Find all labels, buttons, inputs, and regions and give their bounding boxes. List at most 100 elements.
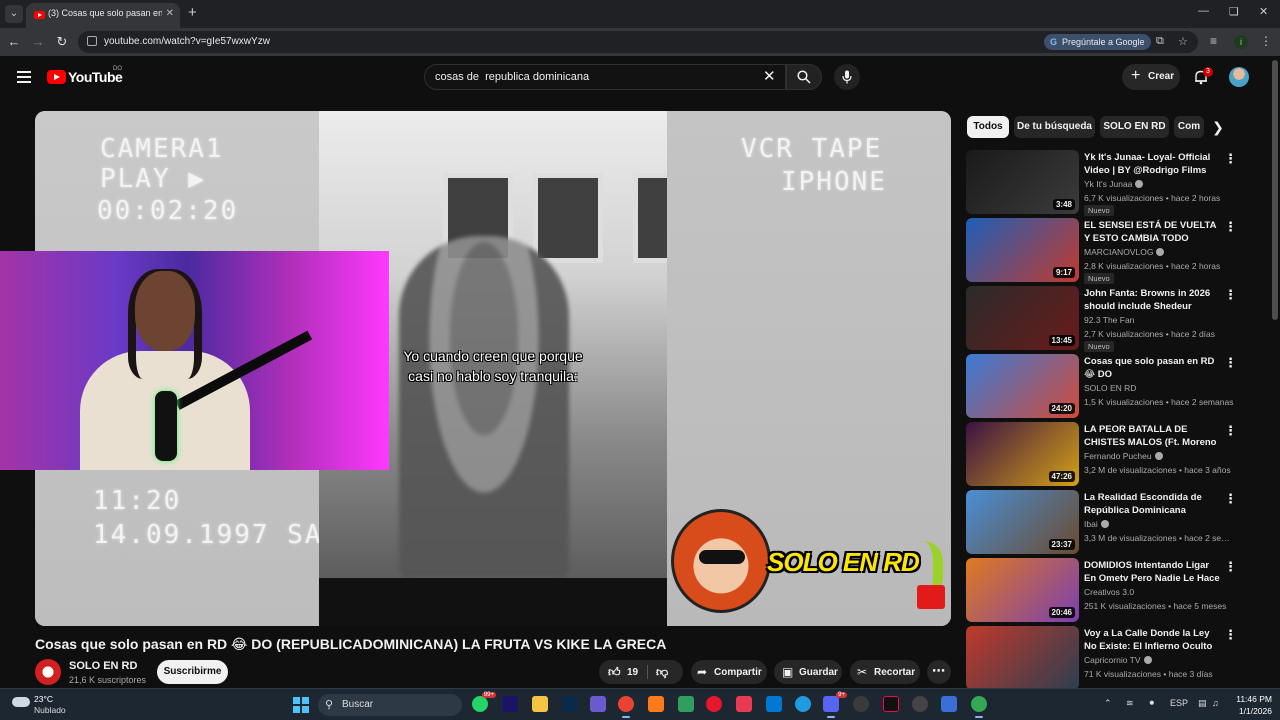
recommendation-item[interactable]: 23:37 La Realidad Escondida de República …: [966, 490, 1266, 554]
forward-button[interactable]: →: [30, 34, 46, 49]
recommendation-item[interactable]: 3:48 Yk It's Junaa- Loyal- Official Video…: [966, 150, 1266, 216]
recommendation-title[interactable]: La Realidad Escondida de República Domin…: [1084, 491, 1222, 517]
video-thumbnail[interactable]: 23:37: [966, 490, 1079, 554]
opera-icon[interactable]: [706, 696, 722, 712]
more-actions-button[interactable]: ⋯: [927, 660, 951, 684]
search-button[interactable]: [786, 64, 822, 90]
more-options-icon[interactable]: ⋮: [1224, 356, 1237, 369]
channel-avatar[interactable]: [35, 659, 61, 685]
chrome-icon[interactable]: [618, 696, 634, 718]
browser-tab[interactable]: (3) Cosas que solo pasan en RD ✕: [26, 3, 180, 28]
show-hidden-icons[interactable]: ⌃: [1104, 698, 1112, 709]
wifi-icon[interactable]: ▤: [1198, 698, 1207, 709]
spreadsheet-icon[interactable]: [678, 696, 694, 712]
photoshop-icon[interactable]: [562, 696, 578, 712]
discord-icon[interactable]: 9+: [823, 692, 847, 718]
search-query[interactable]: cosas de republica dominicana: [435, 71, 589, 83]
recommendation-item[interactable]: 9:17 EL SENSEI ESTÁ DE VUELTA Y ESTO CAMB…: [966, 218, 1266, 284]
recommendation-channel[interactable]: Ibai: [1084, 519, 1109, 529]
app-icon[interactable]: [736, 696, 752, 712]
microphone-tray-icon[interactable]: ⚫: [1148, 698, 1156, 709]
network-tray-icon[interactable]: ≋: [1126, 698, 1134, 709]
outlook-icon[interactable]: [766, 696, 782, 712]
tab-search-button[interactable]: ⌄: [5, 5, 23, 23]
recommendation-title[interactable]: EL SENSEI ESTÁ DE VUELTA Y ESTO CAMBIA T…: [1084, 219, 1222, 245]
dislike-icon[interactable]: 👎︎: [656, 665, 668, 680]
recommendation-item[interactable]: 24:20 Cosas que solo pasan en RD 😂 DO (RE…: [966, 354, 1266, 418]
recommendation-title[interactable]: John Fanta: Browns in 2026 should includ…: [1084, 287, 1222, 313]
minimize-button[interactable]: —: [1198, 5, 1209, 17]
recommendation-channel[interactable]: Creativos 3.0: [1084, 587, 1134, 597]
chrome-profile-icon[interactable]: [971, 696, 987, 718]
premiere-icon[interactable]: [502, 696, 518, 712]
recommendation-title[interactable]: Voy a La Calle Donde la Ley No Existe: E…: [1084, 627, 1222, 653]
recommendation-item[interactable]: 13:45 John Fanta: Browns in 2026 should i…: [966, 286, 1266, 352]
clear-search-icon[interactable]: ✕: [763, 67, 776, 85]
more-options-icon[interactable]: ⋮: [1224, 288, 1237, 301]
recommendation-channel[interactable]: Capricornio TV: [1084, 655, 1152, 665]
github-icon[interactable]: [853, 696, 869, 712]
like-icon[interactable]: 👍︎: [608, 665, 621, 680]
more-options-icon[interactable]: ⋮: [1224, 628, 1237, 641]
language-indicator[interactable]: ESP: [1170, 698, 1188, 708]
subscribe-button[interactable]: Suscribirme: [157, 660, 228, 684]
address-bar[interactable]: youtube.com/watch?v=gIe57wxwYzw Pregúnta…: [78, 31, 1198, 53]
recommendation-item[interactable]: 20:46 DOMIDIOS Intentando Ligar En Ometv …: [966, 558, 1266, 622]
system-clock[interactable]: 11:46 PM 1/1/2026: [1228, 693, 1272, 717]
recommendation-channel[interactable]: SOLO EN RD: [1084, 383, 1136, 393]
account-avatar[interactable]: [1229, 67, 1249, 87]
create-button[interactable]: + Crear: [1122, 64, 1180, 90]
video-thumbnail[interactable]: 47:26: [966, 422, 1079, 486]
tab-close-icon[interactable]: ✕: [166, 8, 174, 19]
clip-button[interactable]: ✂ Recortar: [850, 660, 920, 684]
recommendation-channel[interactable]: MARCIANOVLOG: [1084, 247, 1165, 257]
more-options-icon[interactable]: ⋮: [1224, 492, 1237, 505]
file-explorer-icon[interactable]: [532, 696, 548, 712]
recommendation-title[interactable]: Yk It's Junaa- Loyal- Official Video | B…: [1084, 151, 1222, 177]
more-options-icon[interactable]: ⋮: [1224, 560, 1237, 573]
reading-list-icon[interactable]: ≡: [1210, 34, 1217, 48]
recommendation-channel[interactable]: 92.3 The Fan: [1084, 315, 1134, 325]
tiktok-icon[interactable]: [883, 696, 899, 712]
recommendation-channel[interactable]: Yk It's Junaa: [1084, 179, 1144, 189]
whatsapp-icon[interactable]: 99+: [472, 692, 496, 712]
more-options-icon[interactable]: ⋮: [1224, 152, 1237, 165]
site-info-icon[interactable]: [87, 36, 97, 46]
video-thumbnail[interactable]: 9:17: [966, 218, 1079, 282]
video-thumbnail[interactable]: 20:46: [966, 558, 1079, 622]
more-options-icon[interactable]: ⋮: [1224, 424, 1237, 437]
reload-button[interactable]: ↻: [54, 34, 70, 50]
recommendation-item[interactable]: 47:26 LA PEOR BATALLA DE CHISTES MALOS (F…: [966, 422, 1266, 486]
new-tab-button[interactable]: +: [188, 4, 197, 21]
video-thumbnail[interactable]: [966, 626, 1079, 688]
youtube-logo[interactable]: YouTube DO: [47, 66, 137, 88]
windows-start-icon[interactable]: [293, 697, 309, 713]
chip-com[interactable]: Com: [1174, 116, 1204, 138]
close-window-button[interactable]: ✕: [1259, 5, 1268, 18]
video-thumbnail[interactable]: 24:20: [966, 354, 1079, 418]
chevron-right-icon[interactable]: ❯: [1208, 117, 1228, 137]
save-button[interactable]: ▣ Guardar: [774, 660, 842, 684]
recommendation-title[interactable]: LA PEOR BATALLA DE CHISTES MALOS (Ft. Mo…: [1084, 423, 1222, 449]
like-count[interactable]: 19: [627, 667, 638, 678]
back-button[interactable]: ←: [6, 34, 22, 49]
more-options-icon[interactable]: ⋮: [1224, 220, 1237, 233]
bookmark-star-icon[interactable]: ☆: [1178, 35, 1188, 48]
recommendation-item[interactable]: Voy a La Calle Donde la Ley No Existe: E…: [966, 626, 1266, 688]
share-button[interactable]: ➦ Compartir: [691, 660, 767, 684]
search-input[interactable]: cosas de republica dominicana: [424, 64, 786, 90]
page-scrollbar[interactable]: [1272, 60, 1278, 320]
url-text[interactable]: youtube.com/watch?v=gIe57wxwYzw: [104, 36, 270, 47]
recommendation-title[interactable]: Cosas que solo pasan en RD 😂 DO (REPUBLI…: [1084, 355, 1222, 381]
ask-google-button[interactable]: Pregúntale a Google: [1044, 34, 1151, 50]
app-icon[interactable]: [648, 696, 664, 712]
browser-menu-icon[interactable]: ⋮: [1260, 34, 1272, 48]
chip-solo-en-rd[interactable]: SOLO EN RD: [1100, 116, 1169, 138]
app-icon[interactable]: [941, 696, 957, 712]
channel-name[interactable]: SOLO EN RD: [69, 660, 137, 672]
edge-icon[interactable]: [795, 696, 811, 712]
restore-button[interactable]: ❏: [1229, 5, 1239, 18]
chip-de-tu-busqueda[interactable]: De tu búsqueda: [1014, 116, 1095, 138]
teams-icon[interactable]: [590, 696, 606, 712]
voice-search-button[interactable]: [834, 64, 860, 90]
